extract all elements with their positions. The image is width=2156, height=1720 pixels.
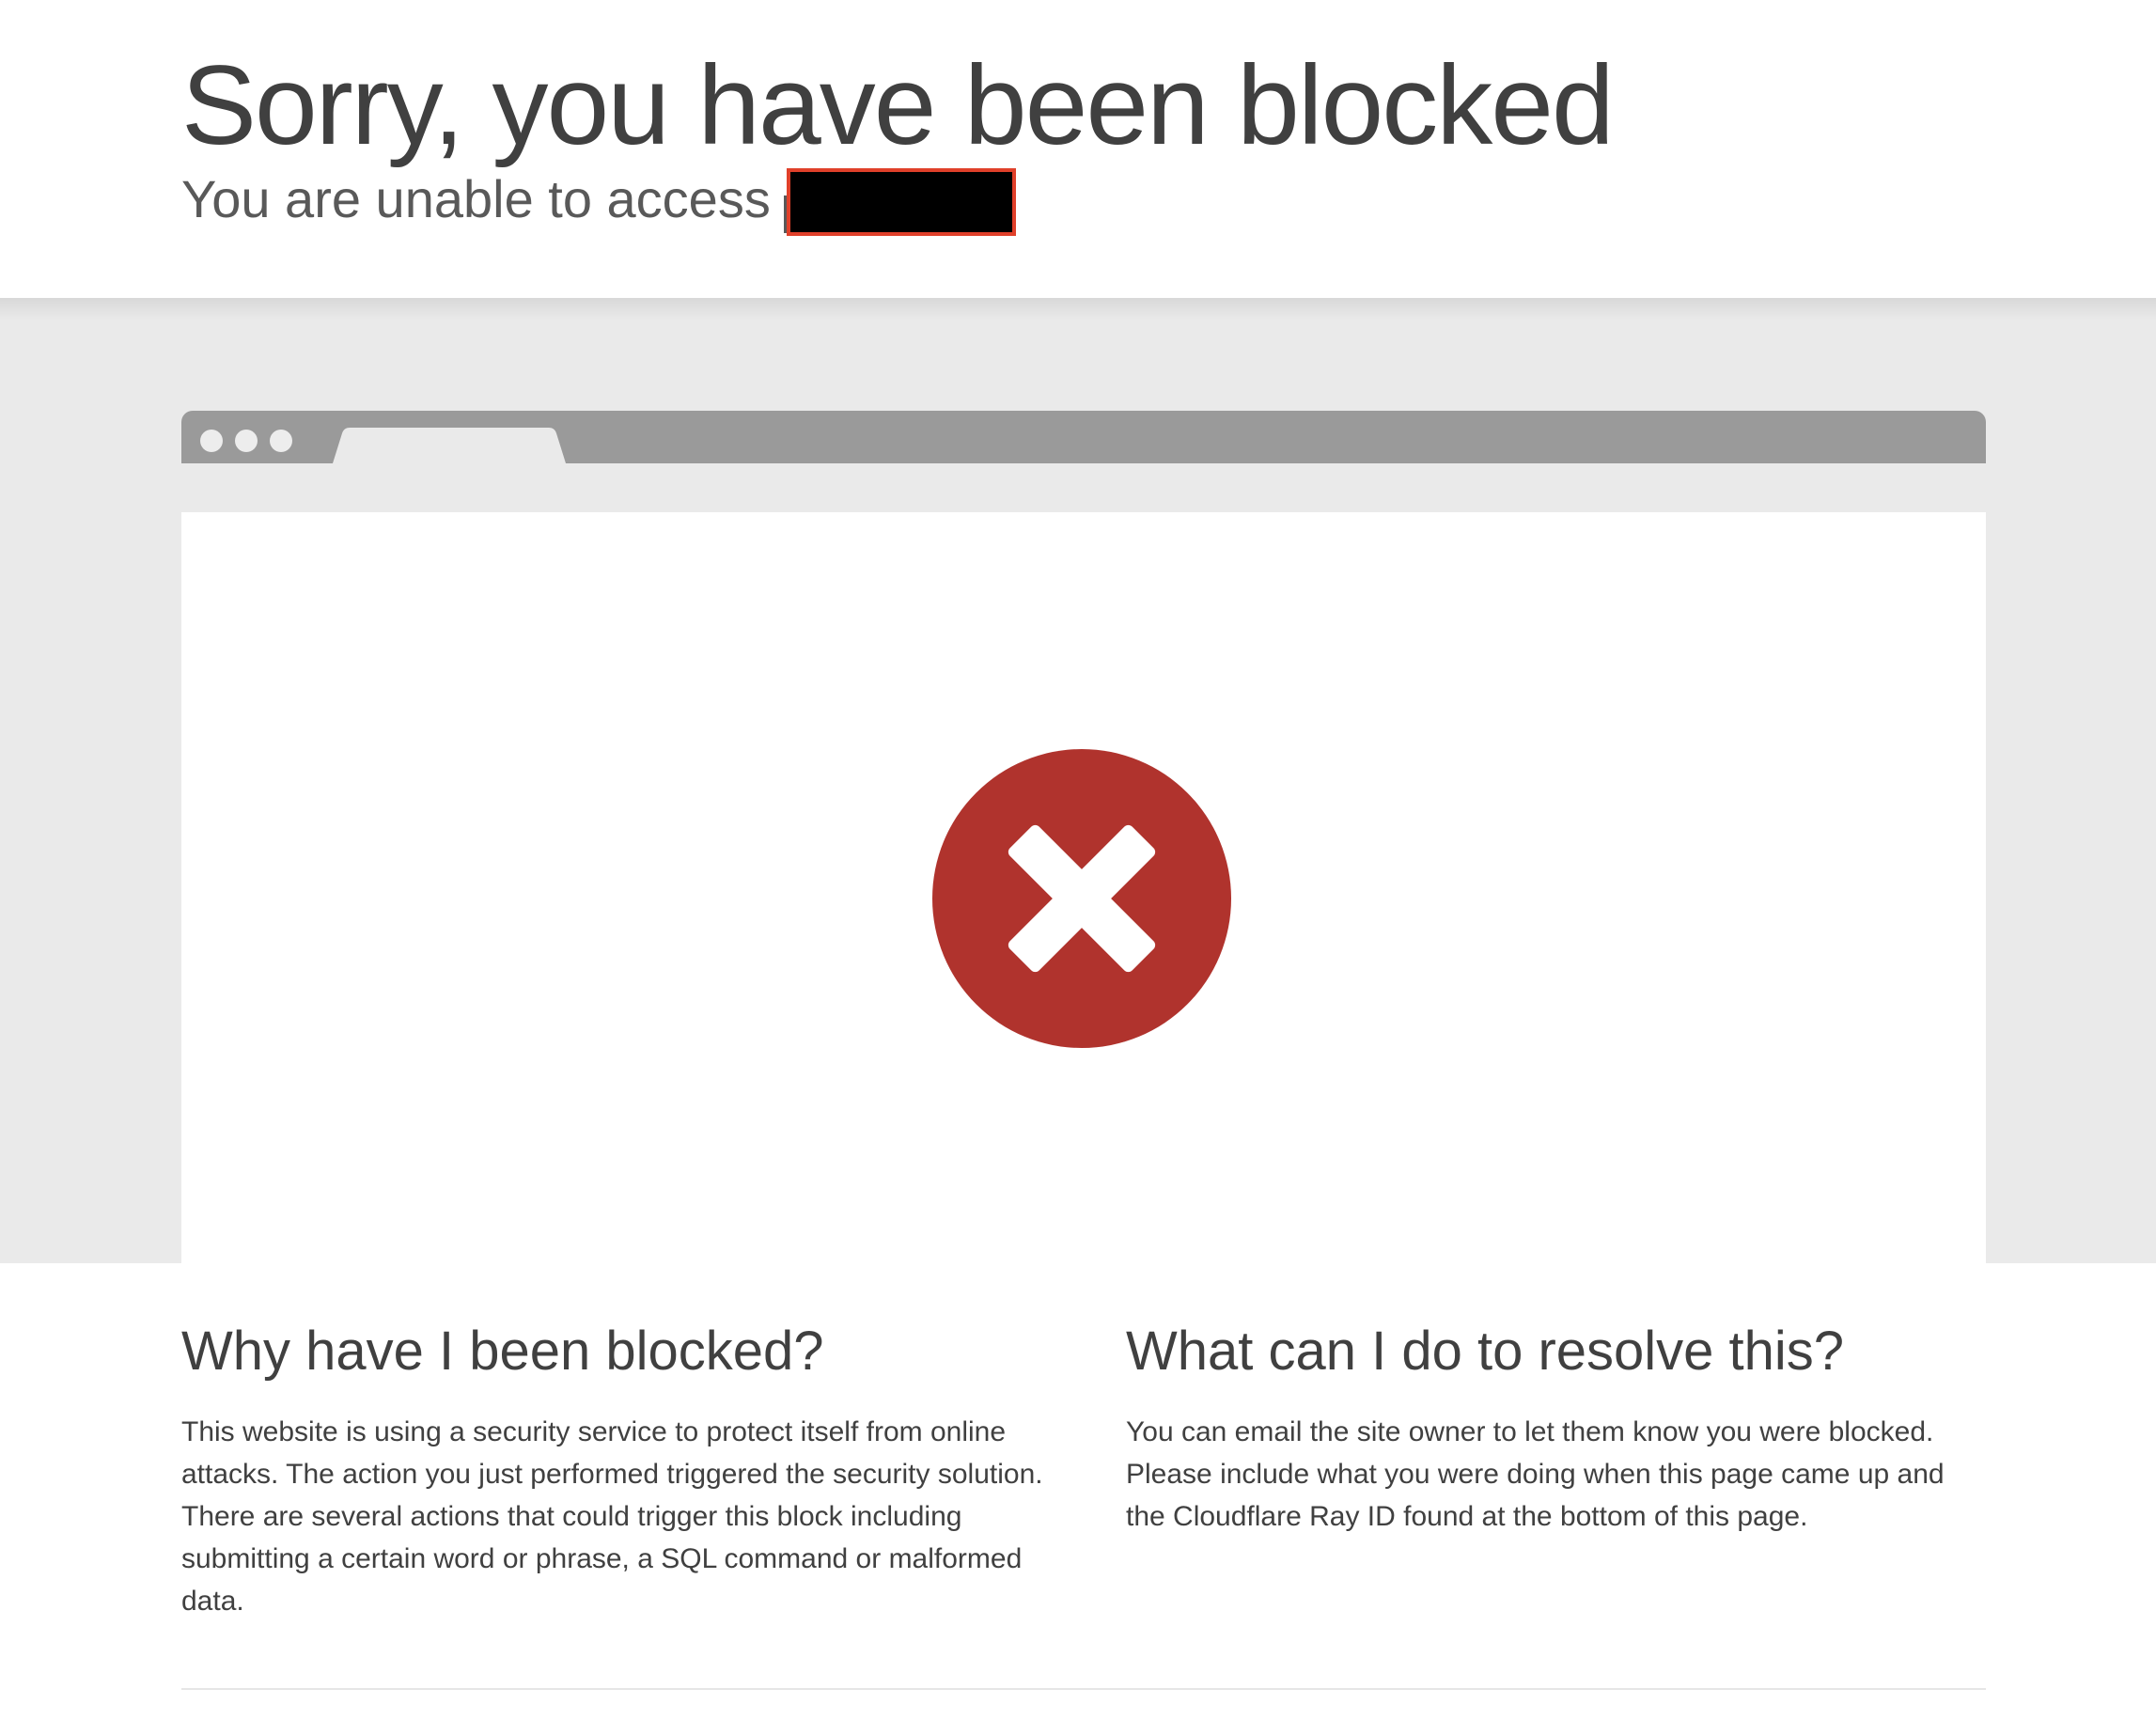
page-title: Sorry, you have been blocked bbox=[181, 42, 1615, 168]
redacted-domain bbox=[787, 168, 1016, 236]
why-blocked-section: Why have I been blocked? This website is… bbox=[181, 1319, 1055, 1622]
resolve-text: You can email the site owner to let them… bbox=[1126, 1416, 1945, 1532]
resolve-section: What can I do to resolve this? You can e… bbox=[1126, 1319, 1986, 1538]
blocked-page: Sorry, you have been blocked You are una… bbox=[0, 0, 2156, 1720]
page-subtitle: You are unable to access bbox=[181, 169, 771, 228]
why-blocked-heading: Why have I been blocked? bbox=[181, 1321, 824, 1382]
why-blocked-text: This website is using a security service… bbox=[181, 1416, 1043, 1617]
divider bbox=[181, 1688, 1986, 1690]
window-dot-icon bbox=[200, 430, 223, 452]
header: Sorry, you have been blocked You are una… bbox=[0, 0, 2156, 298]
window-dot-icon bbox=[270, 430, 292, 452]
browser-mock-tab bbox=[333, 428, 566, 463]
error-x-circle-icon bbox=[932, 749, 1231, 1048]
window-dot-icon bbox=[235, 430, 258, 452]
resolve-heading: What can I do to resolve this? bbox=[1126, 1321, 1845, 1382]
band-shadow bbox=[0, 298, 2156, 321]
